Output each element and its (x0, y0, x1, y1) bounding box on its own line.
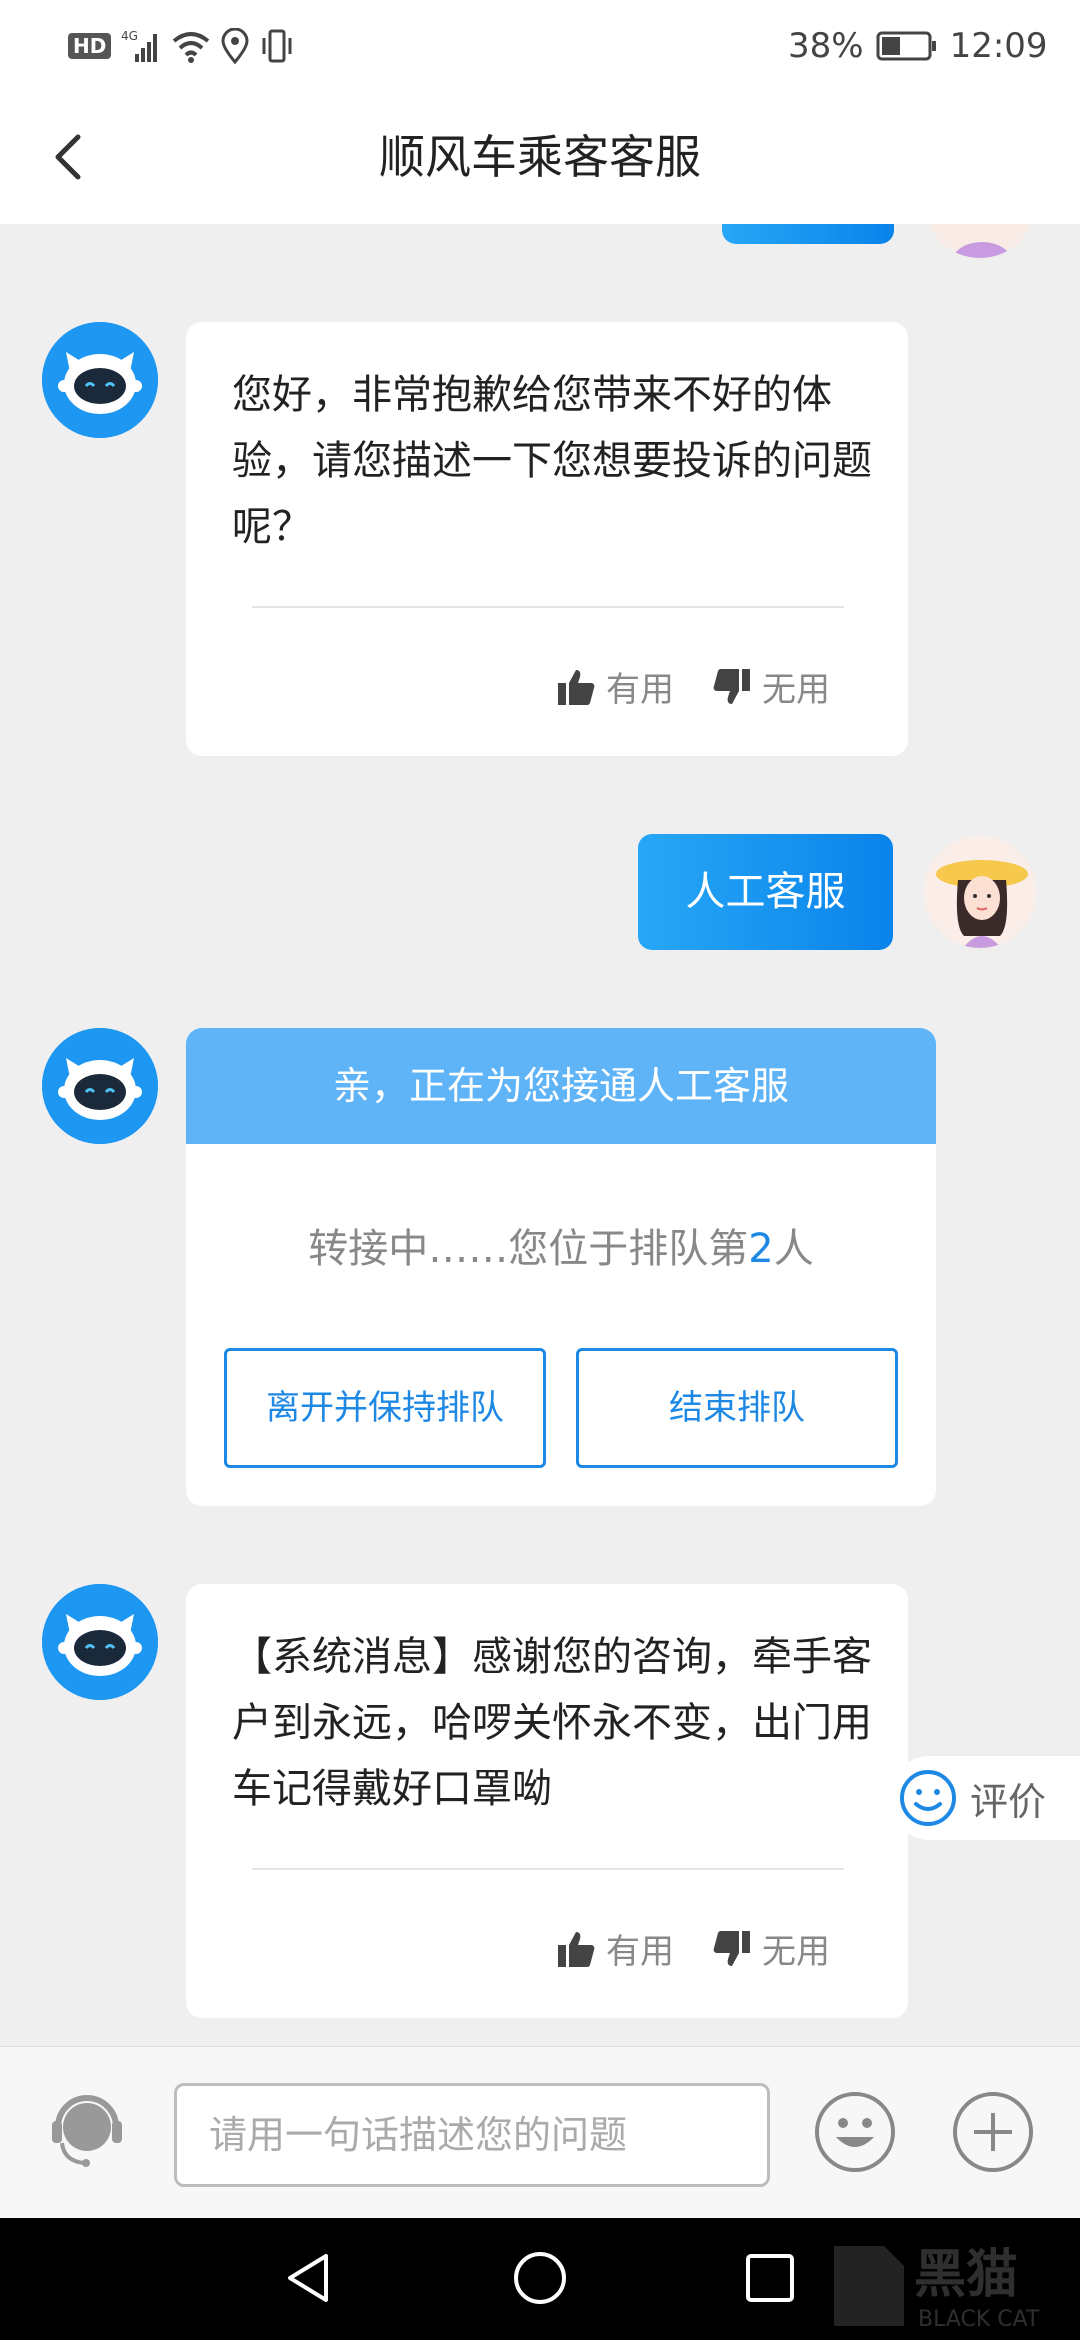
divider (252, 606, 844, 608)
clock: 12:09 (949, 26, 1048, 66)
svg-text:BLACK CAT: BLACK CAT (918, 2307, 1040, 2332)
queue-status: 转接中……您位于排队第2人 (186, 1216, 936, 1274)
user-avatar-image (924, 836, 1036, 948)
queue-status-suffix: 人 (773, 1226, 814, 1272)
useful-label: 有用 (606, 670, 674, 710)
headset-agent-icon[interactable] (44, 2087, 130, 2177)
robot-icon (42, 1028, 158, 1144)
thumbs-down-icon (713, 1930, 750, 1966)
vibrate-icon (262, 29, 292, 63)
recents-square-icon[interactable] (740, 2248, 800, 2308)
useful-button[interactable]: 有用 (556, 1924, 674, 1973)
previous-user-avatar (922, 224, 1038, 260)
thumbs-up-icon (558, 1931, 595, 1967)
home-circle-icon[interactable] (510, 2248, 570, 2308)
location-icon (221, 28, 249, 64)
queue-status-prefix: 转接中……您位于排队第 (308, 1226, 749, 1272)
thumbs-down-icon (713, 668, 750, 704)
thumbs-up-icon (558, 669, 595, 705)
hd-icon: HD (68, 33, 112, 59)
useless-button[interactable]: 无用 (712, 1924, 830, 1973)
bot-avatar (42, 322, 158, 438)
system-nav-bar: 黑猫 BLACK CAT (0, 2218, 1080, 2340)
back-triangle-icon[interactable] (280, 2248, 340, 2308)
robot-icon (42, 322, 158, 438)
message-input[interactable] (174, 2083, 770, 2187)
useful-label: 有用 (606, 1932, 674, 1972)
watermark-logo: 黑猫 BLACK CAT (814, 2226, 1076, 2338)
status-bar: HD 4G 38% 12:09 (0, 0, 1080, 90)
previous-user-bubble (722, 224, 894, 244)
bot-message-bubble: 您好，非常抱歉给您带来不好的体验，请您描述一下您想要投诉的问题呢？ 有用 无用 (186, 322, 908, 756)
bot-avatar (42, 1584, 158, 1700)
rating-button[interactable]: 评价 (888, 1756, 1080, 1840)
status-icons-right: 38% 12:09 (788, 22, 1048, 70)
wifi-icon (173, 32, 210, 63)
robot-icon (42, 1584, 158, 1700)
useless-button[interactable]: 无用 (712, 662, 830, 711)
queue-card: 亲，正在为您接通人工客服 转接中……您位于排队第2人 离开并保持排队 结束排队 (186, 1028, 936, 1506)
end-queue-button[interactable]: 结束排队 (576, 1348, 898, 1468)
battery-icon (876, 31, 936, 61)
queue-position: 2 (748, 1226, 774, 1272)
title-bar: 顺风车乘客客服 (0, 90, 1080, 224)
divider (252, 1868, 844, 1870)
svg-text:4G: 4G (121, 29, 138, 43)
plus-circle-icon[interactable] (950, 2089, 1036, 2175)
page-title: 顺风车乘客客服 (379, 130, 701, 184)
user-message-bubble: 人工客服 (638, 834, 893, 950)
battery-percent: 38% (788, 26, 864, 66)
rating-label: 评价 (970, 1779, 1047, 1824)
useless-label: 无用 (762, 1932, 830, 1972)
smiley-icon (900, 1770, 956, 1826)
leave-and-keep-queue-button[interactable]: 离开并保持排队 (224, 1348, 546, 1468)
useless-label: 无用 (762, 670, 830, 710)
back-button[interactable] (38, 125, 102, 189)
queue-card-header: 亲，正在为您接通人工客服 (186, 1028, 936, 1144)
user-avatar[interactable] (922, 834, 1038, 950)
useful-button[interactable]: 有用 (556, 662, 674, 711)
svg-text:黑猫: 黑猫 (914, 2245, 1018, 2305)
signal-4g-icon: 4G (121, 29, 158, 62)
emoji-icon[interactable] (812, 2089, 898, 2175)
chevron-left-icon (55, 134, 81, 180)
input-bar (0, 2046, 1080, 2218)
message-text: 您好，非常抱歉给您带来不好的体验，请您描述一下您想要投诉的问题呢？ (232, 372, 872, 550)
status-icons-left: HD 4G (68, 22, 295, 70)
message-text: 【系统消息】感谢您的咨询，牵手客户到永远，哈啰关怀永不变，出门用车记得戴好口罩呦 (232, 1634, 872, 1812)
bot-message-bubble: 【系统消息】感谢您的咨询，牵手客户到永远，哈啰关怀永不变，出门用车记得戴好口罩呦… (186, 1584, 908, 2018)
bot-avatar (42, 1028, 158, 1144)
black-cat-logo: 黑猫 BLACK CAT (834, 2245, 1040, 2332)
